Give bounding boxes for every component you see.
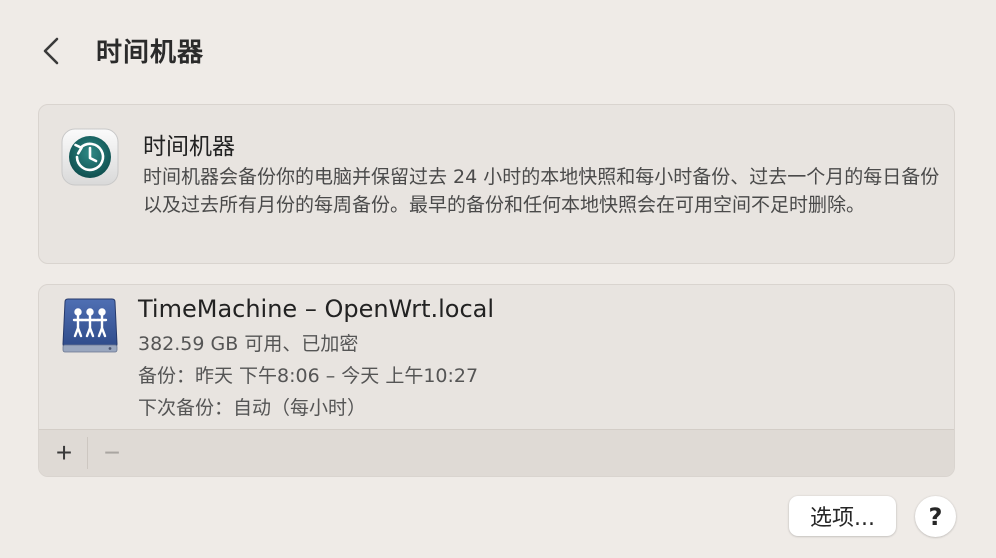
time-machine-icon [61, 128, 119, 186]
disk-name: TimeMachine – OpenWrt.local [138, 295, 495, 323]
add-disk-button[interactable]: + [41, 430, 87, 476]
info-title: 时间机器 [143, 134, 235, 160]
page-title: 时间机器 [96, 38, 205, 68]
network-disk-icon [62, 298, 118, 353]
remove-disk-button[interactable]: − [89, 430, 135, 476]
disk-list-toolbar: + − [39, 429, 954, 476]
time-machine-settings-page: 时间机器 时间机器 时间机器会备份你的电脑并保留过去 24 小时的本地快照和每小… [0, 0, 996, 558]
toolbar-divider [87, 437, 88, 469]
info-description: 时间机器会备份你的电脑并保留过去 24 小时的本地快照和每小时备份、过去一个月的… [143, 166, 940, 216]
next-backup-info: 下次备份：自动（每小时） [138, 397, 367, 419]
backup-disk-card: TimeMachine – OpenWrt.local 382.59 GB 可用… [38, 284, 955, 477]
info-card: 时间机器 时间机器会备份你的电脑并保留过去 24 小时的本地快照和每小时备份、过… [38, 104, 955, 264]
header: 时间机器 [0, 0, 996, 100]
last-backup-info: 备份：昨天 下午8:06 – 今天 上午10:27 [138, 365, 479, 387]
help-button[interactable]: ? [915, 496, 956, 537]
options-button[interactable]: 选项... [789, 496, 896, 536]
chevron-left-icon [43, 37, 59, 65]
disk-space-info: 382.59 GB 可用、已加密 [138, 333, 359, 355]
back-button[interactable] [34, 30, 68, 72]
